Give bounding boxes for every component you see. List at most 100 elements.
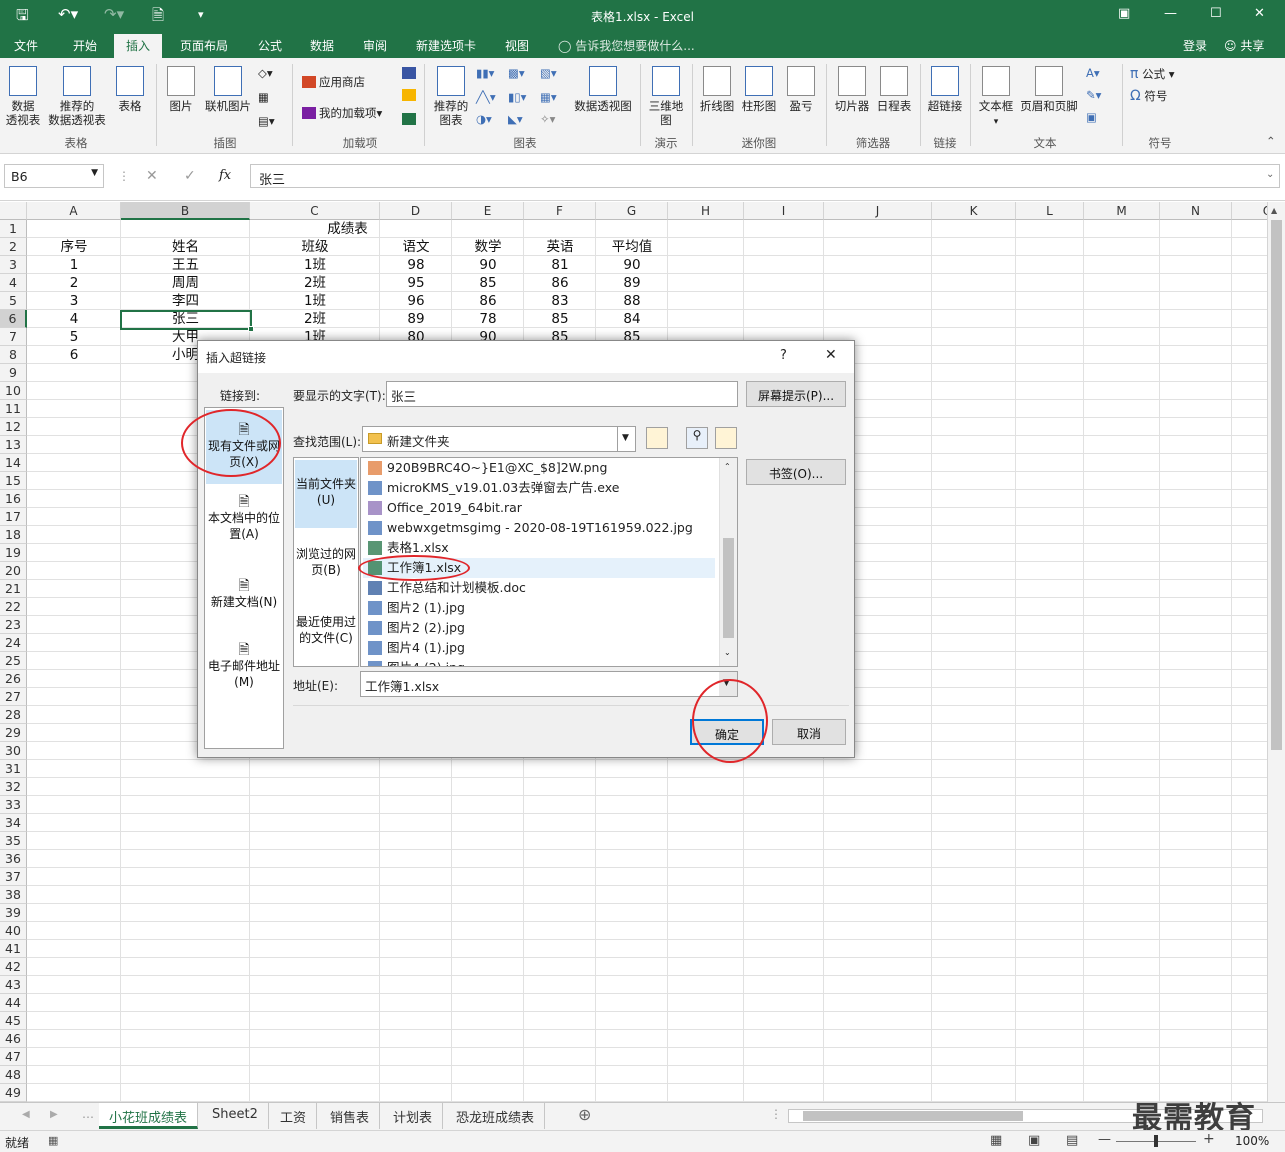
file-item[interactable]: 图片2 (2).jpg [363,618,715,638]
hierarchy-chart-icon[interactable]: ▩▾ [508,66,525,80]
column-header-G[interactable]: G [596,202,668,220]
file-item[interactable]: 工作总结和计划模板.doc [363,578,715,598]
tab-review[interactable]: 审阅 [363,37,387,54]
maximize-icon[interactable]: ☐ [1210,6,1222,21]
row-header-29[interactable]: 29 [0,724,27,742]
prev-sheet-icon[interactable]: ◀ [22,1109,30,1120]
cell-B3[interactable]: 王五 [121,256,250,274]
row-header-48[interactable]: 48 [0,1066,27,1084]
row-header-26[interactable]: 26 [0,670,27,688]
cell-C5[interactable]: 1班 [250,292,380,310]
cell-G5[interactable]: 88 [596,292,668,310]
cell-D3[interactable]: 98 [380,256,452,274]
row-header-23[interactable]: 23 [0,616,27,634]
timeline-button[interactable]: 日程表 [874,66,914,113]
sheet-tab-4[interactable]: 计划表 [383,1103,444,1129]
cell-title-merged[interactable]: 成绩表 [27,220,668,238]
cancel-button[interactable]: 取消 [772,719,846,745]
symbol-button[interactable]: Ω 符号 [1130,88,1167,104]
scroll-up-icon[interactable]: ▲ [1271,206,1277,215]
column-header-C[interactable]: C [250,202,380,220]
cell-G4[interactable]: 89 [596,274,668,292]
row-header-43[interactable]: 43 [0,976,27,994]
online-picture-button[interactable]: 联机图片 [202,66,254,113]
header-footer-button[interactable]: 页眉和页脚 [1018,66,1080,113]
column-header-B[interactable]: B [121,202,250,220]
row-header-21[interactable]: 21 [0,580,27,598]
3d-map-button[interactable]: 三维地 图 [646,66,686,127]
row-header-45[interactable]: 45 [0,1012,27,1030]
look-in-dropdown-icon[interactable]: ▼ [617,427,635,451]
column-chart-icon[interactable]: ▮▮▾ [476,66,494,80]
file-item[interactable]: webwxgetmsgimg - 2020-08-19T161959.022.j… [363,518,715,538]
cell-F5[interactable]: 83 [524,292,596,310]
row-header-18[interactable]: 18 [0,526,27,544]
tab-data[interactable]: 数据 [310,37,334,54]
tab-new-tab[interactable]: 新建选项卡 [416,37,476,54]
column-header-F[interactable]: F [524,202,596,220]
people-graph-icon[interactable] [402,112,419,126]
object-icon[interactable]: ▣ [1086,110,1097,124]
row-header-5[interactable]: 5 [0,292,27,310]
ribbon-display-icon[interactable]: ▣ [1118,6,1130,21]
cell-E5[interactable]: 86 [452,292,524,310]
row-header-28[interactable]: 28 [0,706,27,724]
cell-E4[interactable]: 85 [452,274,524,292]
row-header-41[interactable]: 41 [0,940,27,958]
slicer-button[interactable]: 切片器 [832,66,872,113]
file-item[interactable]: microKMS_v19.01.03去弹窗去广告.exe [363,478,715,498]
combo-chart-icon[interactable]: ▦▾ [540,90,557,104]
close-icon[interactable]: ✕ [1254,6,1265,21]
line-chart-icon[interactable]: ╱╲▾ [476,90,496,104]
cell-C6[interactable]: 2班 [250,310,380,328]
browse-web-icon[interactable]: ⚲ [686,427,708,449]
zoom-in-icon[interactable]: + [1203,1131,1215,1147]
cell-F4[interactable]: 86 [524,274,596,292]
row-header-34[interactable]: 34 [0,814,27,832]
collapse-ribbon-icon[interactable]: ⌃ [1266,134,1276,148]
pivot-chart-button[interactable]: 数据透视图 [572,66,634,113]
row-header-25[interactable]: 25 [0,652,27,670]
sheet-tab-1[interactable]: Sheet2 [202,1103,269,1129]
tab-file[interactable]: 文件 [14,37,38,54]
picture-button[interactable]: 图片 [164,66,198,113]
waterfall-chart-icon[interactable]: ▧▾ [540,66,557,80]
column-header-D[interactable]: D [380,202,452,220]
link-email-address[interactable]: 🗎 电子邮件地址(M) [206,642,282,690]
row-header-31[interactable]: 31 [0,760,27,778]
textbox-button[interactable]: 文本框 ▾ [976,66,1016,129]
column-header-L[interactable]: L [1016,202,1084,220]
cell-A7[interactable]: 5 [27,328,121,346]
link-new-document[interactable]: 🗎 新建文档(N) [206,578,282,610]
help-icon[interactable]: ? [780,348,787,363]
cell-A6[interactable]: 4 [27,310,121,328]
bing-icon[interactable] [402,88,419,102]
zoom-level[interactable]: 100% [1235,1134,1269,1148]
row-header-36[interactable]: 36 [0,850,27,868]
tab-insert[interactable]: 插入 [114,34,163,58]
row-header-8[interactable]: 8 [0,346,27,364]
current-folder-tab[interactable]: 当前文件夹(U) [295,460,357,528]
row-header-27[interactable]: 27 [0,688,27,706]
recent-files-tab[interactable]: 最近使用过的文件(C) [295,614,357,646]
cell-D5[interactable]: 96 [380,292,452,310]
vertical-scrollbar[interactable]: ▲ [1267,202,1285,1102]
row-header-49[interactable]: 49 [0,1084,27,1102]
page-break-view-icon[interactable]: ▤ [1066,1133,1078,1148]
screen-tip-button[interactable]: 屏幕提示(P)... [746,381,846,407]
shapes-icon[interactable]: ◇▾ [258,66,273,80]
row-header-16[interactable]: 16 [0,490,27,508]
sheet-tab-5[interactable]: 恐龙班成绩表 [446,1103,546,1129]
row-header-24[interactable]: 24 [0,634,27,652]
cell-D4[interactable]: 95 [380,274,452,292]
tab-view[interactable]: 视图 [505,37,529,54]
next-sheet-icon[interactable]: ▶ [50,1109,58,1120]
minimize-icon[interactable]: — [1164,6,1177,21]
horizontal-scroll-thumb[interactable] [803,1111,1023,1121]
cell-G2[interactable]: 平均值 [596,238,668,256]
row-header-37[interactable]: 37 [0,868,27,886]
row-header-32[interactable]: 32 [0,778,27,796]
row-header-30[interactable]: 30 [0,742,27,760]
column-header-A[interactable]: A [27,202,121,220]
expand-formula-icon[interactable]: ⌄ [1266,169,1274,180]
